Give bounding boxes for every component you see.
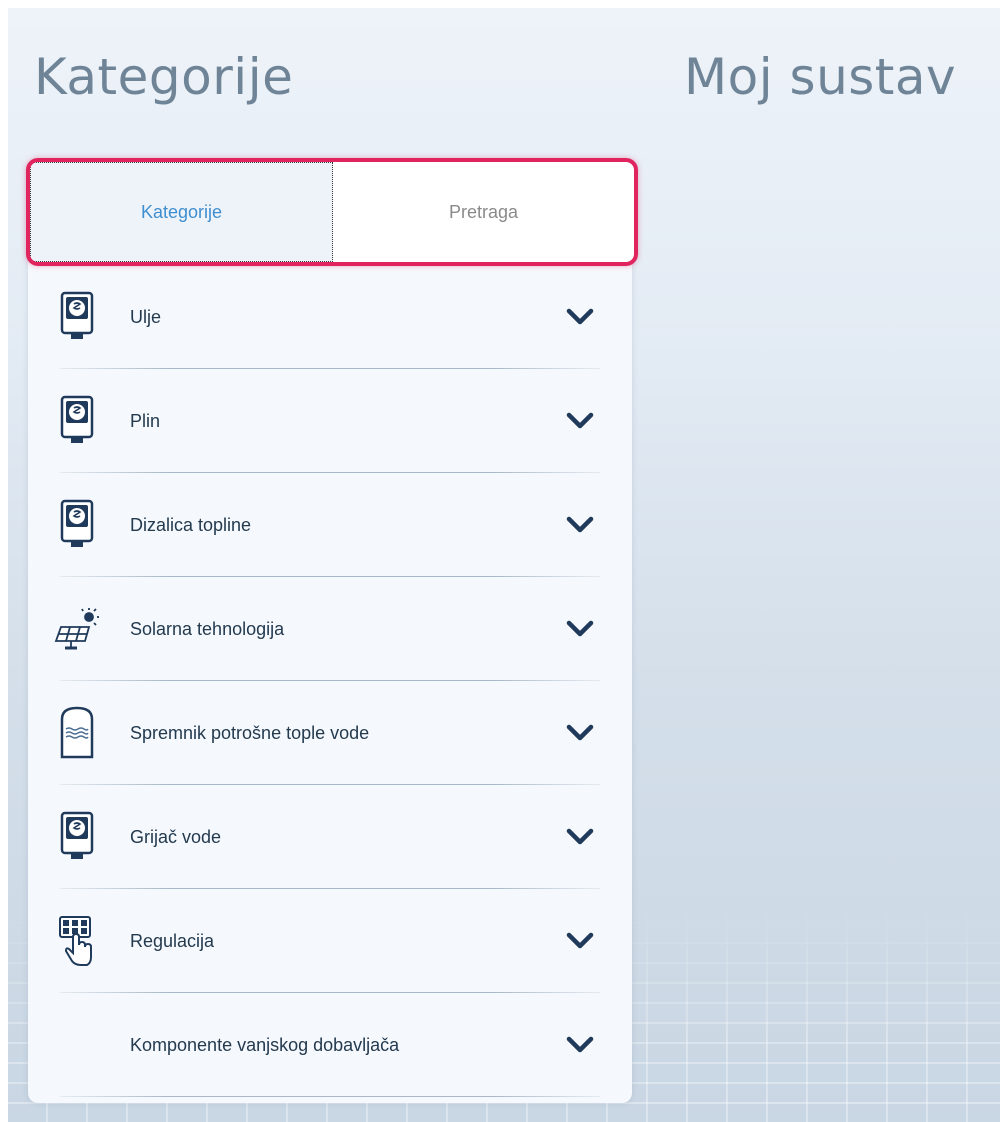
boiler-icon — [52, 391, 102, 451]
solar-panel-icon — [52, 599, 102, 659]
chevron-down-icon[interactable] — [566, 723, 594, 743]
chevron-down-icon[interactable] — [566, 619, 594, 639]
list-item-komponente[interactable]: Komponente vanjskog dobavljača — [30, 993, 630, 1097]
chevron-down-icon[interactable] — [566, 827, 594, 847]
control-keypad-icon — [52, 911, 102, 971]
boiler-icon — [52, 495, 102, 555]
my-system-heading: Moj sustav — [684, 48, 957, 106]
list-item-label: Regulacija — [130, 930, 215, 951]
list-item-label: Grijač vode — [130, 826, 222, 847]
list-item-grijac-vode[interactable]: Grijač vode — [30, 785, 630, 889]
divider — [60, 1096, 600, 1097]
list-item-label: Solarna tehnologija — [130, 618, 285, 639]
tab-bar: Kategorije Pretraga — [30, 162, 634, 262]
categories-heading: Kategorije — [34, 48, 294, 106]
category-list: Ulje Plin Dizalica topline Solarna tehno… — [30, 265, 630, 1097]
list-item-label: Dizalica topline — [130, 514, 252, 535]
chevron-down-icon[interactable] — [566, 931, 594, 951]
boiler-icon — [52, 807, 102, 867]
list-item-solarna-tehnologija[interactable]: Solarna tehnologija — [30, 577, 630, 681]
list-item-label: Spremnik potrošne tople vode — [130, 722, 370, 743]
list-item-label: Ulje — [130, 306, 162, 327]
list-item-regulacija[interactable]: Regulacija — [30, 889, 630, 993]
chevron-down-icon[interactable] — [566, 515, 594, 535]
tab-search[interactable]: Pretraga — [333, 162, 634, 262]
list-item-dizalica-topline[interactable]: Dizalica topline — [30, 473, 630, 577]
chevron-down-icon[interactable] — [566, 411, 594, 431]
list-item-spremnik[interactable]: Spremnik potrošne tople vode — [30, 681, 630, 785]
list-item-plin[interactable]: Plin — [30, 369, 630, 473]
tab-categories[interactable]: Kategorije — [30, 162, 333, 262]
chevron-down-icon[interactable] — [566, 1035, 594, 1055]
list-item-label: Komponente vanjskog dobavljača — [130, 1034, 400, 1055]
list-item-label: Plin — [130, 410, 161, 431]
chevron-down-icon[interactable] — [566, 307, 594, 327]
water-tank-icon — [52, 703, 102, 763]
list-item-ulje[interactable]: Ulje — [30, 265, 630, 369]
boiler-icon — [52, 287, 102, 347]
